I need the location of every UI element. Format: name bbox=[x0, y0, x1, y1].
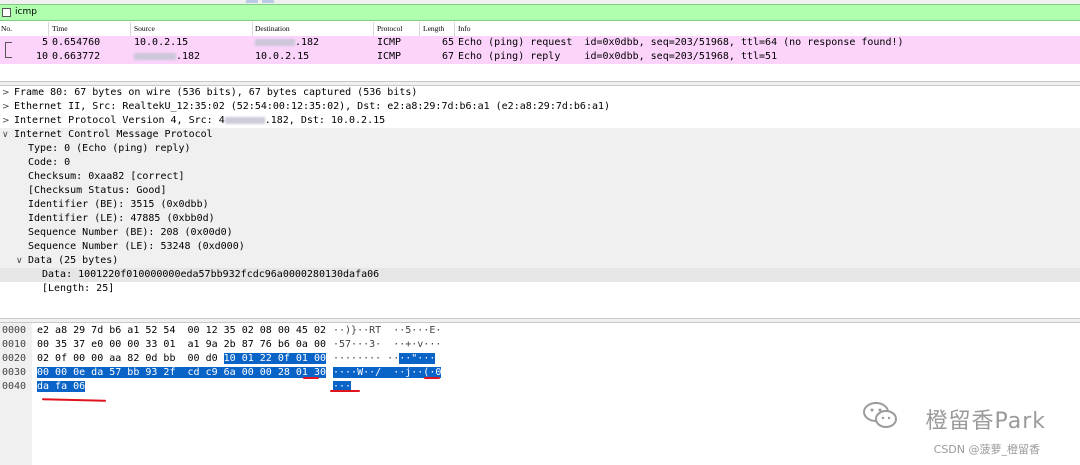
hex-offset: 0000 bbox=[2, 325, 27, 336]
red-underline-annotation bbox=[424, 377, 440, 379]
hex-bytes[interactable]: 00 00 0e da 57 bb 93 2f cd c9 6a 00 00 2… bbox=[37, 366, 326, 380]
packet-length: 65 bbox=[442, 37, 455, 48]
packet-time: 0.663772 bbox=[52, 51, 101, 62]
packet-row[interactable]: 10 0.663772 .182 10.0.2.15 ICMP 67 Echo … bbox=[0, 50, 1080, 64]
packet-protocol: ICMP bbox=[377, 51, 402, 62]
tree-field[interactable]: Code: 0 bbox=[28, 156, 70, 170]
packet-source: .182 bbox=[134, 51, 200, 62]
tree-item-frame[interactable]: Frame 80: 67 bytes on wire (536 bits), 6… bbox=[14, 86, 417, 100]
tree-field-data-selected[interactable]: Data: 1001220f010000000eda57bb932fcdc96a… bbox=[42, 268, 379, 282]
tree-field[interactable]: [Checksum Status: Good] bbox=[28, 184, 166, 198]
hex-offset: 0040 bbox=[2, 381, 27, 392]
ascii-bytes[interactable]: ·57···3· ··+·v··· bbox=[333, 338, 441, 352]
packet-bytes-pane: 0000 0010 0020 0030 0040 e2 a8 29 7d b6 … bbox=[0, 323, 1080, 465]
tree-field[interactable]: [Length: 25] bbox=[42, 282, 114, 296]
red-underline-annotation bbox=[303, 377, 319, 379]
toolbar-marker bbox=[262, 0, 274, 3]
column-source[interactable]: Source bbox=[134, 24, 155, 33]
expand-arrow-icon[interactable]: > bbox=[2, 86, 10, 100]
packet-info: Echo (ping) reply id=0x0dbb, seq=203/519… bbox=[458, 51, 778, 62]
tree-field[interactable]: Identifier (LE): 47885 (0xbb0d) bbox=[28, 212, 215, 226]
related-packet-marker bbox=[5, 50, 12, 58]
tree-item-data[interactable]: Data (25 bytes) bbox=[28, 254, 118, 268]
bookmark-icon[interactable] bbox=[2, 8, 11, 17]
hex-bytes[interactable]: da fa 06 bbox=[37, 380, 86, 394]
red-underline-annotation bbox=[330, 390, 360, 392]
hex-bytes-selected[interactable]: da fa 06 bbox=[37, 381, 86, 392]
tree-field[interactable]: Sequence Number (LE): 53248 (0xd000) bbox=[28, 240, 245, 254]
packet-info: Echo (ping) request id=0x0dbb, seq=203/5… bbox=[458, 37, 904, 48]
hex-offset: 0020 bbox=[2, 353, 27, 364]
hex-bytes[interactable]: 02 0f 00 00 aa 82 0d bb 00 d0 10 01 22 0… bbox=[37, 352, 326, 366]
watermark-credit: CSDN @菠萝_橙留香 bbox=[933, 443, 1040, 456]
tree-field[interactable]: Sequence Number (BE): 208 (0x00d0) bbox=[28, 226, 233, 240]
column-length[interactable]: Length bbox=[423, 24, 444, 33]
column-info[interactable]: Info bbox=[458, 24, 471, 33]
expand-arrow-icon[interactable]: > bbox=[2, 114, 10, 128]
packet-destination: .182 bbox=[255, 37, 319, 48]
expand-arrow-icon[interactable]: > bbox=[2, 100, 10, 114]
redacted-address bbox=[134, 52, 176, 60]
packet-source: 10.0.2.15 bbox=[134, 37, 189, 48]
packet-protocol: ICMP bbox=[377, 37, 402, 48]
tree-field[interactable]: Type: 0 (Echo (ping) reply) bbox=[28, 142, 191, 156]
display-filter-bar[interactable]: icmp bbox=[0, 4, 1080, 21]
packet-no: 5 bbox=[42, 37, 49, 48]
packet-details-pane: > Frame 80: 67 bytes on wire (536 bits),… bbox=[0, 86, 1080, 318]
wechat-icon bbox=[863, 402, 897, 428]
data-subtree-highlight bbox=[0, 254, 1080, 268]
tree-field[interactable]: Checksum: 0xaa82 [correct] bbox=[28, 170, 185, 184]
hex-offset: 0010 bbox=[2, 339, 27, 350]
packet-length: 67 bbox=[442, 51, 455, 62]
collapse-arrow-icon[interactable]: ∨ bbox=[16, 254, 23, 268]
redacted-address bbox=[255, 38, 295, 46]
packet-list-header: No. Time Source Destination Protocol Len… bbox=[0, 22, 1080, 37]
hex-bytes-selected[interactable]: 10 01 22 0f 01 00 bbox=[223, 353, 326, 364]
ascii-bytes[interactable]: ··)}··RT ··5···E· bbox=[333, 324, 441, 338]
column-protocol[interactable]: Protocol bbox=[377, 24, 402, 33]
packet-row[interactable]: 5 0.654760 10.0.2.15 .182 ICMP 65 Echo (… bbox=[0, 36, 1080, 51]
tree-item-icmp[interactable]: Internet Control Message Protocol bbox=[14, 128, 213, 142]
hex-bytes-selected[interactable]: 00 00 0e da 57 bb 93 2f cd c9 6a 00 00 2… bbox=[37, 367, 326, 378]
packet-time: 0.654760 bbox=[52, 37, 101, 48]
redacted-address bbox=[224, 116, 265, 124]
hex-bytes[interactable]: e2 a8 29 7d b6 a1 52 54 00 12 35 02 08 0… bbox=[37, 324, 326, 338]
tree-field[interactable]: Identifier (BE): 3515 (0x0dbb) bbox=[28, 198, 209, 212]
display-filter-input[interactable]: icmp bbox=[15, 7, 37, 17]
column-no[interactable]: No. bbox=[1, 24, 12, 33]
packet-no: 10 bbox=[36, 51, 49, 62]
ascii-bytes-selected[interactable]: ··"··· bbox=[399, 353, 436, 364]
collapse-arrow-icon[interactable]: ∨ bbox=[2, 128, 9, 142]
tree-item-ip[interactable]: Internet Protocol Version 4, Src: 4.182,… bbox=[14, 114, 385, 128]
column-time[interactable]: Time bbox=[52, 24, 68, 33]
watermark-brand: 橙留香Park bbox=[925, 409, 1046, 434]
ascii-bytes[interactable]: ········ ····"··· bbox=[333, 352, 436, 366]
tree-item-ethernet[interactable]: Ethernet II, Src: RealtekU_12:35:02 (52:… bbox=[14, 100, 610, 114]
toolbar-marker bbox=[246, 0, 258, 3]
packet-destination: 10.0.2.15 bbox=[255, 51, 310, 62]
hex-bytes[interactable]: 00 35 37 e0 00 00 33 01 a1 9a 2b 87 76 b… bbox=[37, 338, 326, 352]
hex-offset: 0030 bbox=[2, 367, 27, 378]
column-destination[interactable]: Destination bbox=[255, 24, 290, 33]
